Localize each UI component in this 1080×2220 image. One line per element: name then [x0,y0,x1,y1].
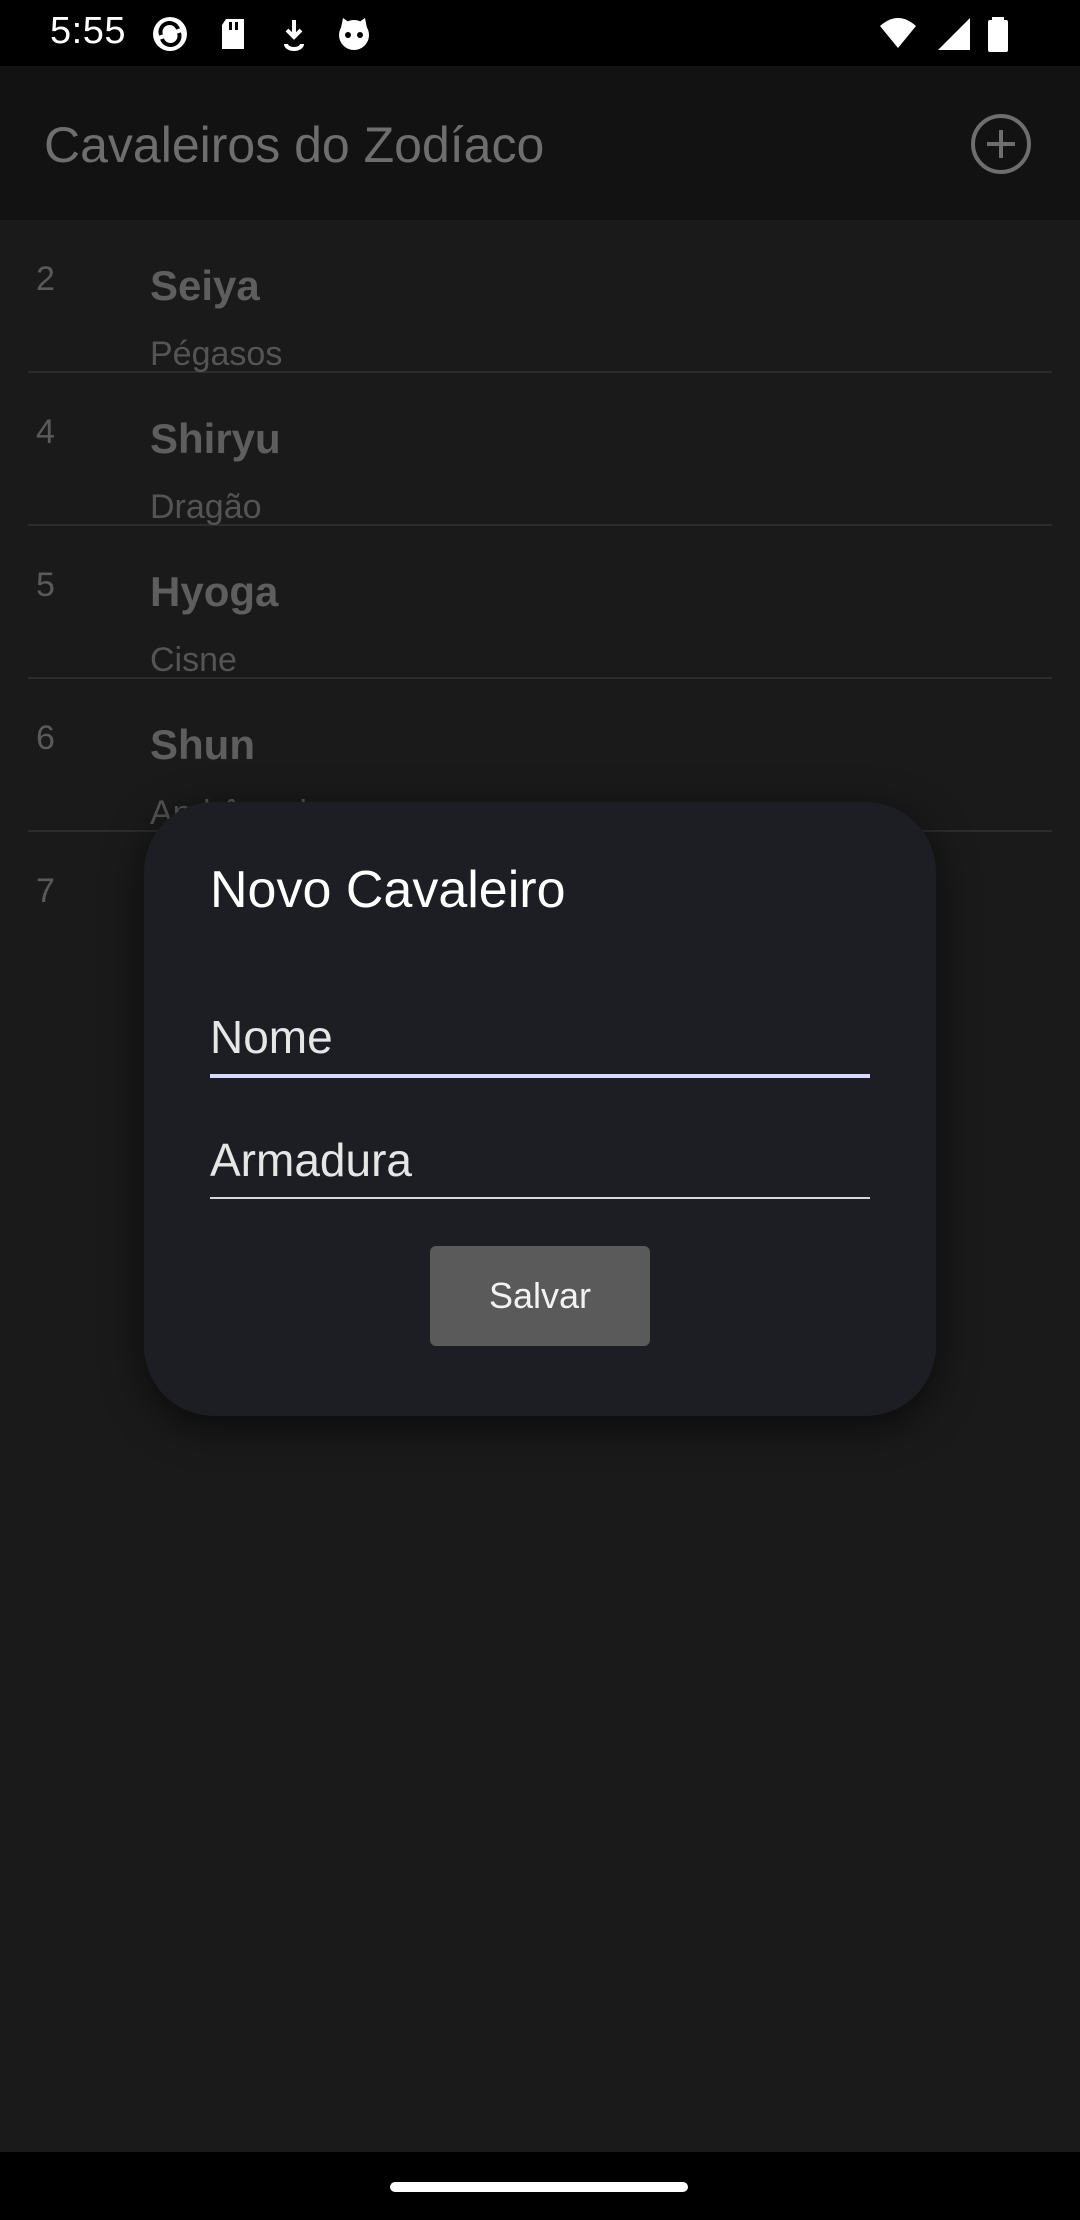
cat-icon [339,18,369,50]
dialog-title: Novo Cavaleiro [210,861,566,919]
list-item[interactable]: 2 Seiya Pégasos [28,220,1052,373]
armor-field-underline [210,1197,870,1199]
armor-field [210,1133,870,1199]
item-id: 5 [36,566,55,604]
download-icon [284,20,304,51]
new-knight-dialog: Novo Cavaleiro Salvar [144,802,936,1416]
status-bar: 5:55 [0,0,1080,66]
app-bar: Cavaleiros do Zodíaco [0,66,1080,220]
name-field [210,1010,870,1078]
status-time: 5:55 [50,10,126,52]
add-circle-icon[interactable] [968,111,1034,177]
sync-icon [153,17,187,51]
item-name: Hyoga [150,568,279,615]
list-item[interactable]: 5 Hyoga Cisne [28,526,1052,679]
item-armor: Cisne [150,641,237,679]
item-name: Seiya [150,262,260,309]
signal-icon [938,18,970,50]
item-armor: Dragão [150,488,262,526]
item-name: Shiryu [150,415,281,462]
save-button[interactable]: Salvar [430,1246,650,1346]
item-id: 6 [36,719,55,757]
name-input[interactable] [210,1010,870,1074]
wifi-icon [880,18,916,48]
list-item[interactable]: 4 Shiryu Dragão [28,373,1052,526]
item-name: Shun [150,721,255,768]
item-id: 4 [36,413,55,451]
item-id: 7 [36,872,55,910]
item-id: 2 [36,260,55,298]
screen: 5:55 Cavaleiros do Zodíaco 2 Seiya Pégas… [0,0,1080,2220]
battery-icon [988,17,1008,52]
app-title: Cavaleiros do Zodíaco [44,117,545,173]
name-field-underline [210,1074,870,1078]
item-armor: Pégasos [150,335,283,373]
sd-card-icon [222,19,244,49]
navigation-bar [0,2152,1080,2220]
home-indicator[interactable] [390,2182,688,2192]
armor-input[interactable] [210,1133,870,1197]
